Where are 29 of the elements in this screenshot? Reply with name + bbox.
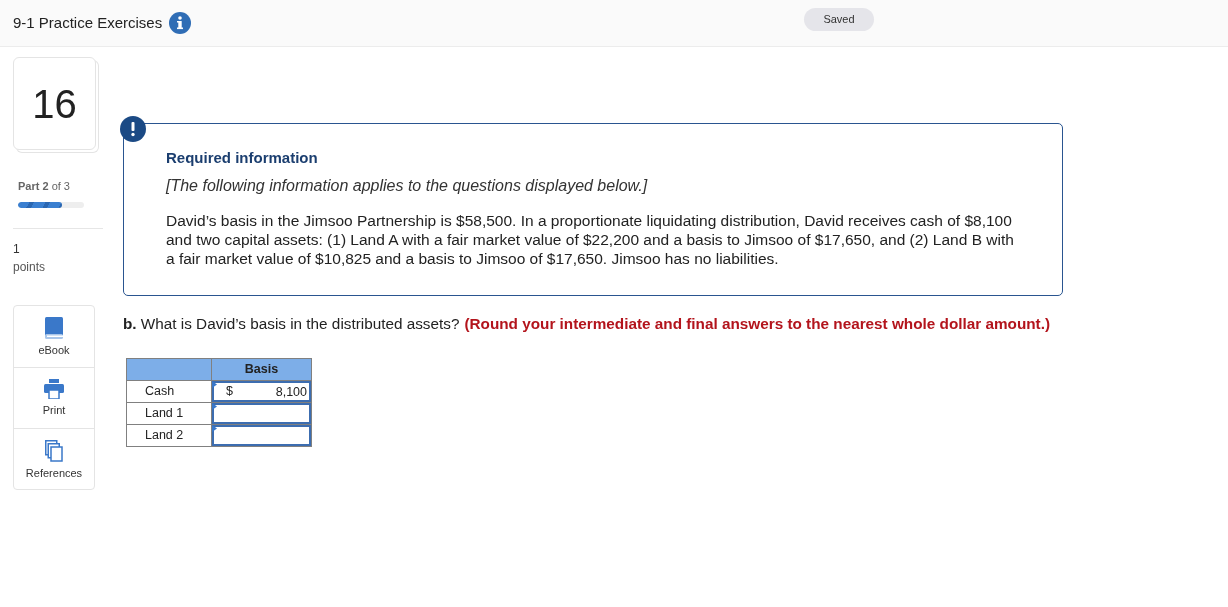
corner-marker-icon [212, 403, 217, 410]
info-icon[interactable] [169, 12, 192, 34]
points-label: points [13, 259, 47, 275]
tool-link[interactable]: References [14, 427, 94, 489]
page-title: 9-1 Practice Exercises [13, 12, 163, 33]
alert-icon [120, 116, 146, 142]
answer-field[interactable] [212, 425, 311, 446]
rounding-instruction: (Round your intermediate and final answers to the nearest whole dollar amount.) [464, 315, 1051, 333]
saved-status: Saved [804, 8, 874, 31]
required-info-heading: Required information [166, 149, 319, 167]
currency-symbol: $ [226, 384, 233, 399]
points-value: 1 [13, 241, 21, 257]
row-label: Land 2 [126, 424, 212, 447]
row-label: Cash [126, 380, 212, 403]
info-note: [The following information applies to the questions displayed below.] [166, 177, 649, 195]
book-icon [44, 316, 64, 339]
corner-marker-icon [212, 381, 217, 388]
row-label: Land 1 [126, 402, 212, 425]
tool-link[interactable]: Print [14, 366, 94, 428]
corner-marker-icon [212, 425, 217, 432]
question-number: 16 [32, 83, 77, 124]
tool-link[interactable]: eBook [14, 305, 94, 367]
documents-icon [45, 439, 63, 462]
question-text: b. What is David’s basis in the distributed assets? [123, 315, 460, 333]
printer-icon [44, 378, 64, 399]
answer-field[interactable] [212, 403, 311, 424]
part-indicator: Part 2 of 3 [18, 179, 71, 194]
problem-paragraph: David’s basis in the Jimsoo Partnership is $58,500. In a proportionate liquidating distribution, David receives cash of $8,100 and two capital assets: (1) Land A with a fair market value of $22,200 and a basis to Jimsoo of $17,650, and (2) Land B with a fair market value of $10,825 and a basis to Jimsoo of $17,650. Jimsoo has no liabilities. [166, 211, 1014, 268]
column-header: Basis [211, 358, 312, 381]
